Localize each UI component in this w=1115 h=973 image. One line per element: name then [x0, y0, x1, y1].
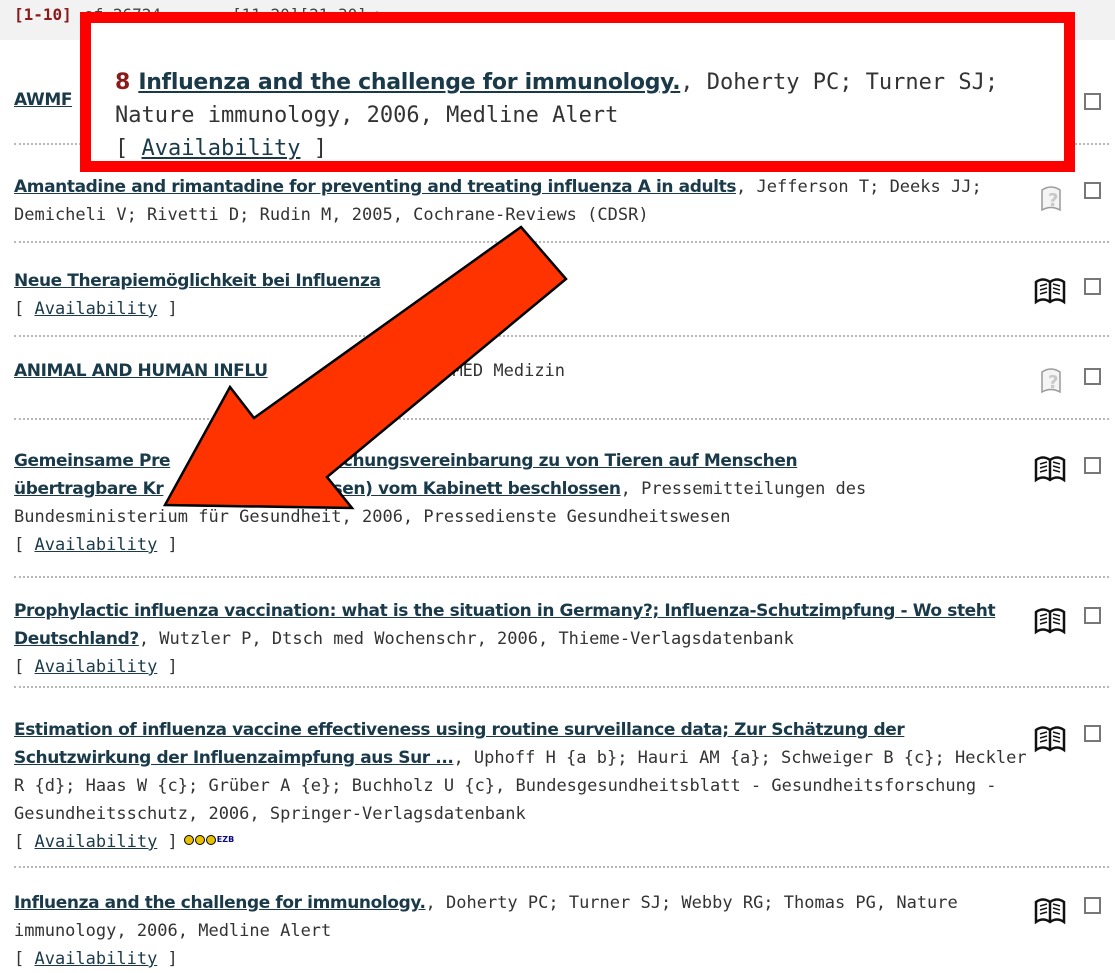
- svg-text:?: ?: [1048, 190, 1058, 211]
- result-title-link-line2[interactable]: übertragbare Kr: [14, 479, 164, 499]
- result-range: [1-10]: [14, 5, 72, 24]
- result-meta: atalog: ZB MED Medizin: [339, 361, 566, 381]
- availability-link-wrap: [ Availability ]: [14, 949, 178, 969]
- book-icon[interactable]: [1033, 894, 1067, 928]
- availability-link[interactable]: Availability: [34, 832, 157, 852]
- result-title-link[interactable]: Neue Therapiemöglichkeit bei Influenza: [14, 271, 381, 291]
- divider: [14, 418, 1109, 420]
- divider: [14, 686, 1109, 688]
- book-icon[interactable]: [1033, 452, 1067, 486]
- divider: [14, 576, 1109, 578]
- select-checkbox[interactable]: [1084, 93, 1101, 110]
- question-book-icon[interactable]: ?: [1036, 180, 1066, 214]
- result-title-link[interactable]: AWMF: [14, 90, 72, 110]
- divider: [14, 866, 1109, 868]
- select-checkbox[interactable]: [1084, 368, 1101, 385]
- callout-meta-line2: Nature immunology, 2006, Medline Alert: [115, 103, 619, 128]
- question-book-icon[interactable]: ?: [1036, 362, 1066, 396]
- divider: [14, 335, 1109, 337]
- svg-text:?: ?: [1048, 372, 1058, 393]
- divider: [14, 241, 1109, 243]
- result-title-link[interactable]: ANIMAL AND HUMAN INFLU: [14, 361, 268, 381]
- result-number: 8: [115, 70, 131, 95]
- availability-link[interactable]: Availability: [34, 949, 157, 969]
- availability-link-wrap: [ Availability ]: [14, 299, 178, 319]
- select-checkbox[interactable]: [1084, 607, 1101, 624]
- ezb-traffic-light-icon[interactable]: EZB: [183, 826, 234, 854]
- callout-availability-link[interactable]: Availability: [142, 136, 301, 161]
- availability-link[interactable]: Availability: [34, 299, 157, 319]
- availability-link-wrap: [ Availability ]: [14, 535, 178, 555]
- result-meta: , Wutzler P, Dtsch med Wochenschr, 2006,…: [138, 629, 794, 649]
- book-icon[interactable]: [1033, 604, 1067, 638]
- result-title-link-line2-cont[interactable]: en (Zoonosen) vom Kabinett beschlossen: [239, 479, 621, 499]
- select-checkbox[interactable]: [1084, 278, 1101, 295]
- callout-availability-wrap: [ Availability ]: [115, 136, 327, 161]
- callout-title-link[interactable]: Influenza and the challenge for immunolo…: [138, 70, 680, 95]
- select-checkbox[interactable]: [1084, 725, 1101, 742]
- select-checkbox[interactable]: [1084, 897, 1101, 914]
- select-checkbox[interactable]: [1084, 182, 1101, 199]
- availability-link[interactable]: Availability: [34, 535, 157, 555]
- result-meta: CMed: [476, 271, 518, 291]
- book-icon[interactable]: [1033, 722, 1067, 756]
- callout-meta: , Doherty PC; Turner SJ;: [680, 70, 999, 95]
- book-icon[interactable]: [1033, 274, 1067, 308]
- result-title-link[interactable]: Influenza and the challenge for immunolo…: [14, 893, 426, 913]
- availability-link[interactable]: Availability: [34, 657, 157, 677]
- result-title-link[interactable]: Amantadine and rimantadine for preventin…: [14, 177, 736, 197]
- highlight-callout: 8 Influenza and the challenge for immunol…: [80, 12, 1075, 172]
- result-title-link-cont[interactable]: eilung: Forschungsvereinbarung zu von Ti…: [234, 451, 797, 471]
- availability-link-wrap: [ Availability ]: [14, 832, 178, 852]
- availability-link-wrap: [ Availability ]: [14, 657, 178, 677]
- result-title-link[interactable]: Gemeinsame Pre: [14, 451, 171, 471]
- callout-text: 8 Influenza and the challenge for immunol…: [115, 66, 1055, 165]
- select-checkbox[interactable]: [1084, 457, 1101, 474]
